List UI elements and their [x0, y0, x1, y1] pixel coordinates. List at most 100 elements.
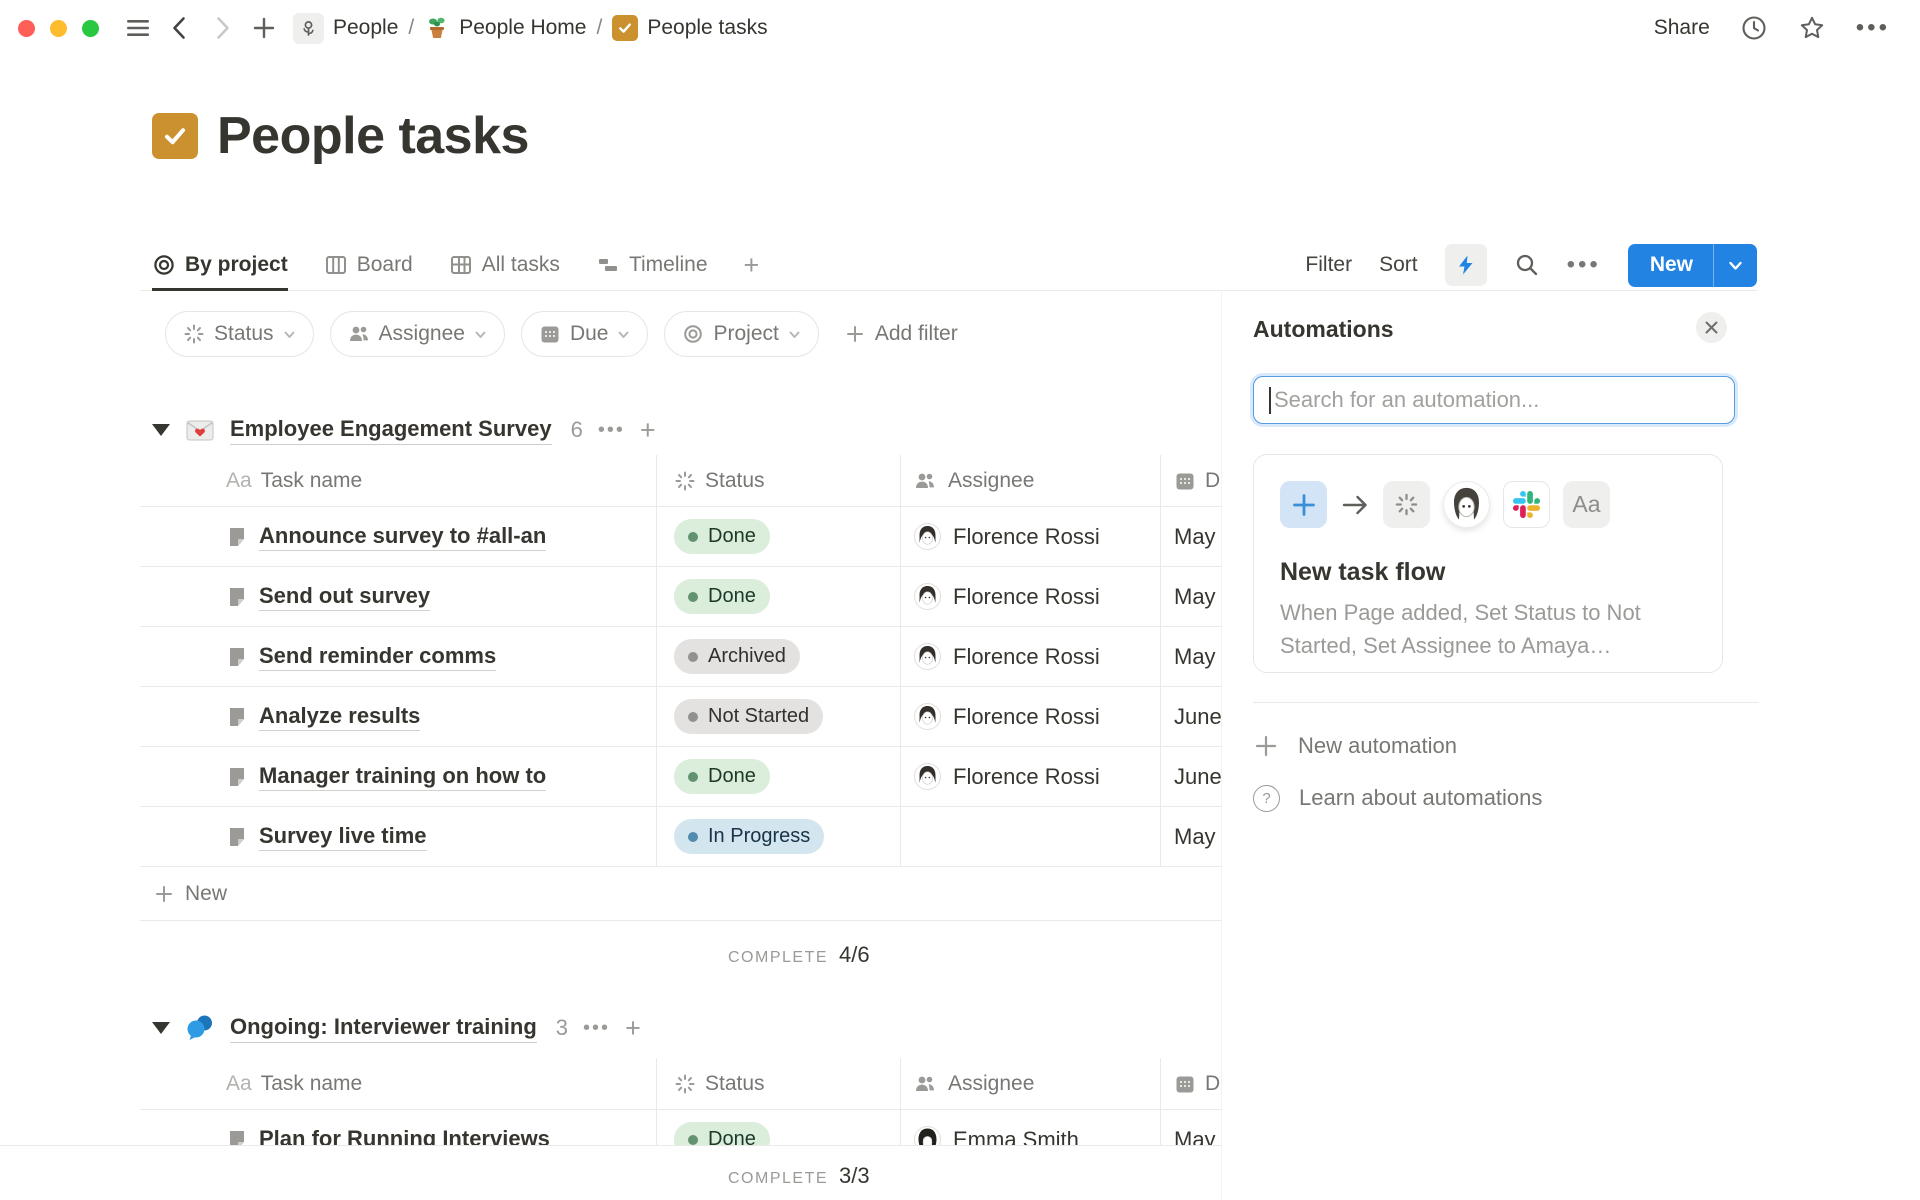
task-name-link[interactable]: Survey live time: [259, 823, 427, 851]
table-header-row: Aa Task name Status Assignee D: [140, 455, 1222, 507]
status-spinner-icon: [1383, 481, 1430, 528]
task-name-link[interactable]: Analyze results: [259, 703, 420, 731]
due-date[interactable]: May 2: [1174, 644, 1222, 670]
column-status[interactable]: Status: [705, 1072, 765, 1096]
breadcrumb-label: People Home: [459, 16, 586, 40]
status-badge[interactable]: Done: [674, 519, 770, 554]
tab-all-tasks[interactable]: All tasks: [449, 240, 560, 290]
tab-timeline[interactable]: Timeline: [596, 240, 708, 290]
column-assignee[interactable]: Assignee: [948, 469, 1034, 493]
collapse-triangle-icon[interactable]: [152, 424, 170, 436]
status-badge[interactable]: Done: [674, 579, 770, 614]
table-row[interactable]: Send reminder comms Archived Florence Ro…: [140, 627, 1222, 687]
group-add-icon[interactable]: +: [625, 1013, 641, 1044]
updates-clock-icon[interactable]: [1740, 14, 1768, 42]
table-row[interactable]: Analyze results Not Started Florence Ros…: [140, 687, 1222, 747]
tab-board[interactable]: Board: [324, 240, 413, 290]
task-name-link[interactable]: Manager training on how to: [259, 763, 546, 791]
add-view-icon[interactable]: +: [744, 250, 760, 281]
column-task-name[interactable]: Task name: [261, 1072, 363, 1096]
back-icon[interactable]: [167, 15, 193, 41]
table-row[interactable]: Announce survey to #all-an Done Florence…: [140, 507, 1222, 567]
table-header-row: Aa Task name Status Assignee D: [140, 1058, 1222, 1110]
filter-chip-status[interactable]: Status: [165, 311, 314, 357]
automations-bolt-icon[interactable]: [1445, 244, 1487, 286]
due-date[interactable]: May 2: [1174, 824, 1222, 850]
add-filter-button[interactable]: Add filter: [845, 322, 958, 346]
forward-icon[interactable]: [209, 15, 235, 41]
sidebar-toggle-icon[interactable]: [125, 15, 151, 41]
breadcrumb-item-people-tasks[interactable]: People tasks: [612, 15, 767, 41]
new-automation-button[interactable]: New automation: [1253, 724, 1457, 768]
sort-button[interactable]: Sort: [1379, 253, 1418, 277]
status-badge[interactable]: Not Started: [674, 699, 823, 734]
assignee-name[interactable]: Florence Rossi: [953, 584, 1100, 610]
close-panel-button[interactable]: [1696, 312, 1727, 343]
assignee-name[interactable]: Florence Rossi: [953, 704, 1100, 730]
learn-about-automations-link[interactable]: ? Learn about automations: [1253, 776, 1542, 820]
filter-button[interactable]: Filter: [1305, 253, 1352, 277]
table-row[interactable]: Survey live time In Progress May 2: [140, 807, 1222, 867]
minimize-window-button[interactable]: [50, 20, 67, 37]
table-row[interactable]: Send out survey Done Florence Rossi May …: [140, 567, 1222, 627]
share-button[interactable]: Share: [1654, 16, 1710, 40]
collapse-triangle-icon[interactable]: [152, 1022, 170, 1034]
status-badge[interactable]: Archived: [674, 639, 800, 674]
due-date[interactable]: June: [1174, 704, 1222, 730]
status-badge[interactable]: Done: [674, 759, 770, 794]
filter-chip-assignee[interactable]: Assignee: [330, 311, 505, 357]
page-title-row: People tasks: [152, 106, 529, 166]
automation-search-input[interactable]: [1253, 376, 1735, 424]
close-window-button[interactable]: [18, 20, 35, 37]
column-due[interactable]: D: [1205, 1072, 1220, 1096]
group-title[interactable]: Employee Engagement Survey: [230, 416, 552, 445]
new-page-icon[interactable]: [251, 15, 277, 41]
group-options-icon[interactable]: •••: [598, 419, 625, 442]
task-name-link[interactable]: Send out survey: [259, 583, 430, 611]
task-name-link[interactable]: Send reminder comms: [259, 643, 496, 671]
filter-chip-project[interactable]: Project: [664, 311, 818, 357]
filter-chip-due[interactable]: Due: [521, 311, 649, 357]
group-count: 6: [571, 417, 583, 443]
due-date[interactable]: May 2: [1174, 524, 1222, 550]
arrow-right-icon: [1340, 490, 1370, 520]
status-badge[interactable]: In Progress: [674, 819, 824, 854]
new-task-button[interactable]: New: [1628, 244, 1757, 287]
breadcrumb-item-people-home[interactable]: People Home: [424, 15, 586, 41]
group-title[interactable]: Ongoing: Interviewer training: [230, 1014, 537, 1043]
breadcrumb-item-people[interactable]: People: [293, 13, 398, 44]
column-assignee[interactable]: Assignee: [948, 1072, 1034, 1096]
due-date[interactable]: May 1: [1174, 584, 1222, 610]
add-row-button[interactable]: New: [140, 867, 1222, 921]
topbar: People / People Home / People tasks Shar…: [0, 0, 1920, 56]
due-date[interactable]: June: [1174, 764, 1222, 790]
status-spinner-icon: [674, 470, 696, 492]
more-options-icon[interactable]: •••: [1856, 14, 1890, 42]
assignee-name[interactable]: Florence Rossi: [953, 524, 1100, 550]
automation-flow-icons: Aa: [1280, 481, 1696, 528]
assignee-name[interactable]: Florence Rossi: [953, 644, 1100, 670]
automation-card-new-task-flow[interactable]: Aa New task flow When Page added, Set St…: [1253, 454, 1723, 673]
assignee-name[interactable]: Florence Rossi: [953, 764, 1100, 790]
new-task-dropdown-icon[interactable]: [1714, 257, 1757, 274]
zoom-window-button[interactable]: [82, 20, 99, 37]
column-status[interactable]: Status: [705, 469, 765, 493]
column-task-name[interactable]: Task name: [261, 469, 363, 493]
tab-by-project[interactable]: By project: [152, 241, 288, 291]
group-add-icon[interactable]: +: [640, 415, 656, 446]
avatar-florence: [914, 703, 941, 730]
plus-icon: [154, 884, 174, 904]
favorite-star-icon[interactable]: [1798, 14, 1826, 42]
text-property-icon: Aa: [226, 1072, 252, 1096]
view-options-icon[interactable]: •••: [1567, 251, 1601, 279]
avatar-florence: [914, 643, 941, 670]
table-row[interactable]: Manager training on how to Done Florence…: [140, 747, 1222, 807]
people-icon: [348, 323, 370, 345]
new-task-label[interactable]: New: [1628, 253, 1713, 277]
task-name-link[interactable]: Announce survey to #all-an: [259, 523, 546, 551]
help-question-icon: ?: [1253, 785, 1280, 812]
column-due[interactable]: D: [1205, 469, 1220, 493]
avatar-florence: [914, 763, 941, 790]
group-options-icon[interactable]: •••: [583, 1017, 610, 1040]
search-icon[interactable]: [1514, 252, 1540, 278]
